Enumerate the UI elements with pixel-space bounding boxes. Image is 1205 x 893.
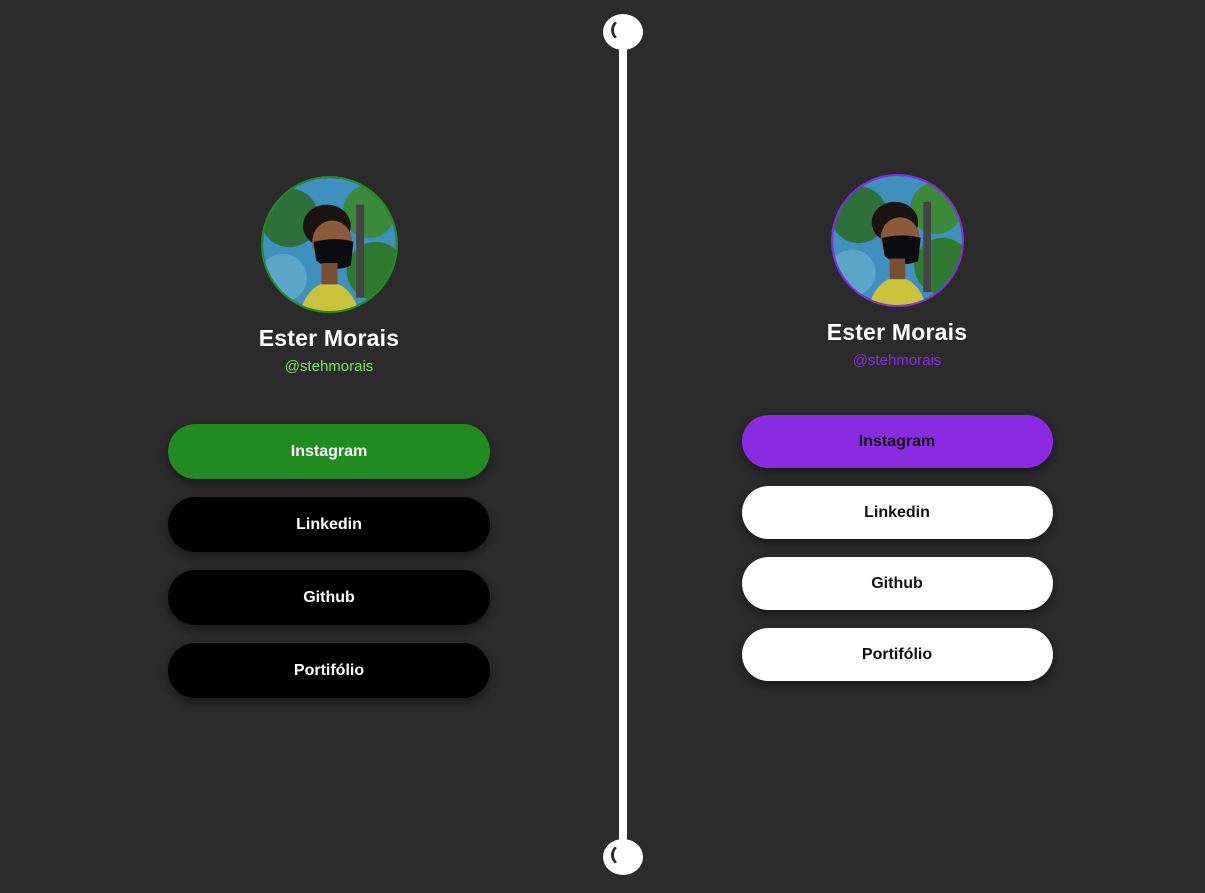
- slider-knob-icon[interactable]: [603, 839, 643, 875]
- avatar: [830, 174, 964, 307]
- profile-handle[interactable]: @stehmorais: [853, 352, 942, 369]
- profile-name: Ester Morais: [258, 325, 400, 351]
- profile-handle[interactable]: @stehmorais: [285, 358, 374, 375]
- github-button[interactable]: Github: [741, 557, 1053, 610]
- profile-photo: [262, 178, 396, 311]
- profile-photo: [832, 176, 962, 305]
- github-button[interactable]: Github: [168, 570, 490, 625]
- comparison-stage: Ester Morais @stehmorais Instagram Linke…: [0, 0, 1205, 893]
- linkedin-button[interactable]: Linkedin: [168, 497, 490, 552]
- comparison-divider[interactable]: [619, 30, 627, 856]
- profile-name: Ester Morais: [826, 319, 968, 345]
- link-list: Instagram Linkedin Github Portifólio: [741, 415, 1053, 699]
- link-list: Instagram Linkedin Github Portifólio: [168, 424, 490, 716]
- instagram-button[interactable]: Instagram: [168, 424, 490, 479]
- linkedin-button[interactable]: Linkedin: [741, 486, 1053, 539]
- right-profile-panel: Ester Morais @stehmorais Instagram Linke…: [736, 174, 1058, 699]
- left-profile-panel: Ester Morais @stehmorais Instagram Linke…: [168, 176, 490, 716]
- avatar: [260, 176, 398, 313]
- portfolio-button[interactable]: Portifólio: [741, 628, 1053, 681]
- portfolio-button[interactable]: Portifólio: [168, 643, 490, 698]
- instagram-button[interactable]: Instagram: [741, 415, 1053, 468]
- slider-knob-icon[interactable]: [603, 14, 643, 50]
